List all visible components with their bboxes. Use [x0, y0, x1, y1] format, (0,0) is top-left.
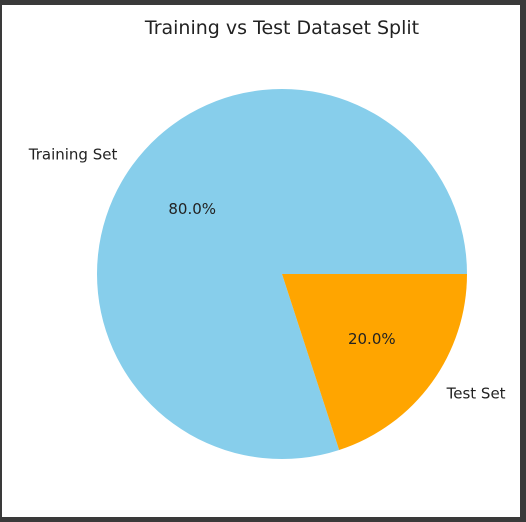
category-label-test-set: Test Set	[446, 385, 506, 403]
category-label-training-set: Training Set	[28, 145, 118, 163]
pie-chart: Training vs Test Dataset Split 80.0% Trai…	[28, 17, 506, 460]
figure-canvas: Training vs Test Dataset Split 80.0% Trai…	[2, 5, 520, 517]
pct-label-training-set: 80.0%	[168, 200, 216, 218]
pie-slices	[96, 89, 467, 460]
pct-label-test-set: 20.0%	[348, 330, 396, 348]
chart-title: Training vs Test Dataset Split	[144, 17, 419, 39]
